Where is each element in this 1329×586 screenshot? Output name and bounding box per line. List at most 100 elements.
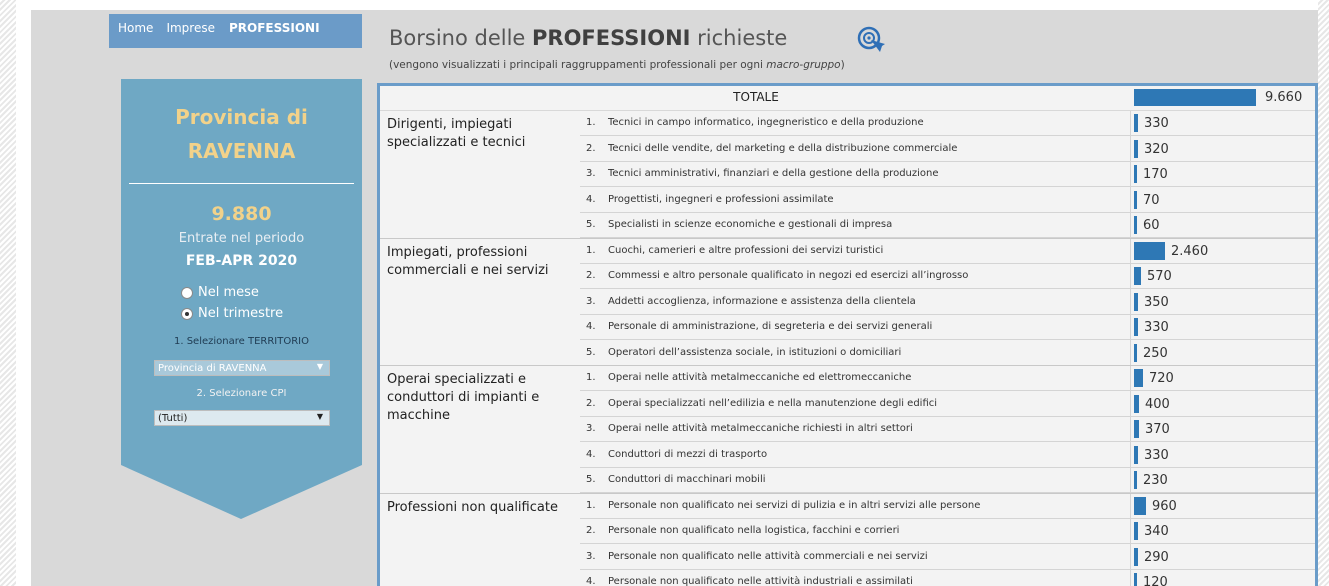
row-index: 3. bbox=[586, 168, 596, 179]
row-value: 330 bbox=[1144, 320, 1169, 335]
right-margin-pattern bbox=[1318, 0, 1329, 586]
row-value: 290 bbox=[1144, 549, 1169, 565]
table-row[interactable]: 1. Tecnici in campo informatico, ingegner… bbox=[580, 111, 1315, 137]
value-bar bbox=[1134, 496, 1146, 515]
row-value: 340 bbox=[1144, 524, 1169, 539]
table-row[interactable]: 2. Tecnici delle vendite, del marketing e… bbox=[580, 136, 1315, 162]
row-profession: Cuochi, camerieri e altre professioni de… bbox=[608, 244, 884, 256]
row-value: 330 bbox=[1144, 447, 1169, 463]
row-index: 3. bbox=[586, 550, 596, 562]
row-value: 70 bbox=[1143, 192, 1160, 208]
row-profession: Operatori dell’assistenza sociale, in is… bbox=[608, 346, 902, 358]
value-bar bbox=[1134, 241, 1165, 260]
territory-select[interactable]: Provincia di RAVENNA ▼ bbox=[154, 360, 330, 376]
value-bar bbox=[1134, 114, 1138, 132]
value-bar bbox=[1134, 369, 1143, 387]
row-profession: Personale di amministrazione, di segrete… bbox=[608, 321, 933, 332]
radio-label-trimestre: Nel trimestre bbox=[198, 306, 284, 321]
table-row[interactable]: 3. Personale non qualificato nelle attivi… bbox=[580, 544, 1315, 570]
profession-group: Professioni non qualificate 1. Personale n… bbox=[380, 493, 1315, 586]
row-index: 4. bbox=[586, 321, 596, 332]
row-value: 2.460 bbox=[1171, 243, 1209, 259]
table-row[interactable]: 3. Tecnici amministrativi, finanziari e d… bbox=[580, 162, 1315, 188]
value-column-divider bbox=[1130, 213, 1131, 239]
row-profession: Commessi e altro personale qualificato i… bbox=[608, 270, 969, 281]
row-profession: Addetti accoglienza, informazione e assi… bbox=[608, 295, 916, 307]
table-row[interactable]: 1. Personale non qualificato nei servizi … bbox=[580, 493, 1315, 519]
row-index: 1. bbox=[586, 244, 596, 256]
table-row[interactable]: 5. Conduttori di macchinari mobili 230 bbox=[580, 468, 1315, 494]
row-profession: Personale non qualificato nelle attività… bbox=[608, 576, 913, 586]
row-index: 3. bbox=[586, 423, 596, 434]
table-row[interactable]: 5. Specialisti in scienze economiche e ge… bbox=[580, 213, 1315, 239]
title-bold: PROFESSIONI bbox=[532, 26, 691, 50]
row-profession: Tecnici delle vendite, del marketing e d… bbox=[608, 142, 958, 154]
table-row[interactable]: 4. Conduttori di mezzi di trasporto 330 bbox=[580, 442, 1315, 468]
total-row: TOTALE 9.660 bbox=[380, 86, 1315, 111]
nav-home[interactable]: Home bbox=[118, 21, 153, 35]
radio-nel-trimestre[interactable]: Nel trimestre bbox=[181, 306, 283, 321]
group-label: Impiegati, professioni commerciali e nei… bbox=[387, 244, 549, 278]
row-index: 3. bbox=[586, 295, 596, 307]
radio-checked-icon[interactable] bbox=[181, 307, 193, 320]
row-index: 4. bbox=[586, 576, 596, 586]
value-bar bbox=[1134, 547, 1138, 566]
cpi-select[interactable]: (Tutti) ▼ bbox=[154, 410, 330, 426]
row-profession: Personale non qualificato nei servizi di… bbox=[608, 499, 981, 511]
value-bar bbox=[1134, 522, 1138, 540]
value-bar bbox=[1134, 216, 1137, 234]
group-label: Dirigenti, impiegati specializzati e tec… bbox=[387, 117, 526, 150]
search-target-icon[interactable] bbox=[856, 25, 886, 55]
table-row[interactable]: 1. Operai nelle attività metalmeccaniche … bbox=[580, 366, 1315, 392]
row-index: 1. bbox=[586, 372, 596, 383]
value-column-divider bbox=[1130, 417, 1131, 443]
table-row[interactable]: 3. Addetti accoglienza, informazione e as… bbox=[580, 289, 1315, 315]
row-index: 1. bbox=[586, 499, 596, 511]
value-column-divider bbox=[1130, 340, 1131, 366]
radio-unchecked-icon[interactable] bbox=[181, 286, 193, 299]
row-value: 60 bbox=[1143, 218, 1160, 233]
value-bar bbox=[1134, 471, 1137, 489]
table-row[interactable]: 2. Operai specializzati nell’edilizia e n… bbox=[580, 391, 1315, 417]
row-profession: Operai nelle attività metalmeccaniche ed… bbox=[608, 372, 912, 383]
value-bar bbox=[1134, 318, 1138, 336]
row-value: 960 bbox=[1152, 498, 1177, 514]
row-index: 4. bbox=[586, 193, 596, 205]
value-column-divider bbox=[1130, 187, 1131, 213]
value-bar bbox=[1134, 190, 1137, 209]
territory-select-value: Provincia di RAVENNA bbox=[158, 362, 267, 374]
radio-label-mese: Nel mese bbox=[198, 285, 259, 300]
value-column-divider bbox=[1130, 238, 1131, 264]
row-index: 5. bbox=[586, 346, 596, 358]
nav-imprese[interactable]: Imprese bbox=[166, 21, 215, 35]
nav-professioni[interactable]: PROFESSIONI bbox=[229, 21, 320, 35]
table-row[interactable]: 1. Cuochi, camerieri e altre professioni … bbox=[580, 238, 1315, 264]
panel-divider bbox=[129, 183, 354, 184]
table-row[interactable]: 4. Progettisti, ingegneri e professioni a… bbox=[580, 187, 1315, 213]
table-row[interactable]: 2. Commessi e altro personale qualificato… bbox=[580, 264, 1315, 290]
table-row[interactable]: 4. Personale di amministrazione, di segre… bbox=[580, 315, 1315, 341]
value-bar bbox=[1134, 165, 1137, 183]
table-row[interactable]: 2. Personale non qualificato nella logist… bbox=[580, 519, 1315, 545]
row-value: 720 bbox=[1149, 371, 1174, 386]
radio-nel-mese[interactable]: Nel mese bbox=[181, 285, 259, 300]
value-bar bbox=[1134, 292, 1138, 311]
total-entries: 9.880 bbox=[211, 203, 272, 225]
row-value: 320 bbox=[1144, 141, 1169, 157]
table-row[interactable]: 4. Personale non qualificato nelle attivi… bbox=[580, 570, 1315, 586]
table-row[interactable]: 3. Operai nelle attività metalmeccaniche … bbox=[580, 417, 1315, 443]
chevron-down-icon: ▼ bbox=[316, 362, 323, 371]
table-row[interactable]: 5. Operatori dell’assistenza sociale, in … bbox=[580, 340, 1315, 366]
value-bar bbox=[1134, 267, 1141, 285]
row-value: 370 bbox=[1145, 422, 1170, 437]
group-label: Professioni non qualificate bbox=[387, 499, 558, 515]
subtitle-suffix: ) bbox=[840, 59, 845, 71]
row-profession: Tecnici in campo informatico, ingegneris… bbox=[608, 117, 924, 128]
value-column-divider bbox=[1130, 544, 1131, 570]
value-column-divider bbox=[1130, 391, 1131, 417]
row-value: 570 bbox=[1147, 269, 1172, 284]
profession-group: Impiegati, professioni commerciali e nei… bbox=[380, 238, 1315, 366]
value-column-divider bbox=[1130, 111, 1131, 137]
row-profession: Operai specializzati nell’edilizia e nel… bbox=[608, 397, 938, 409]
row-index: 2. bbox=[586, 397, 596, 409]
